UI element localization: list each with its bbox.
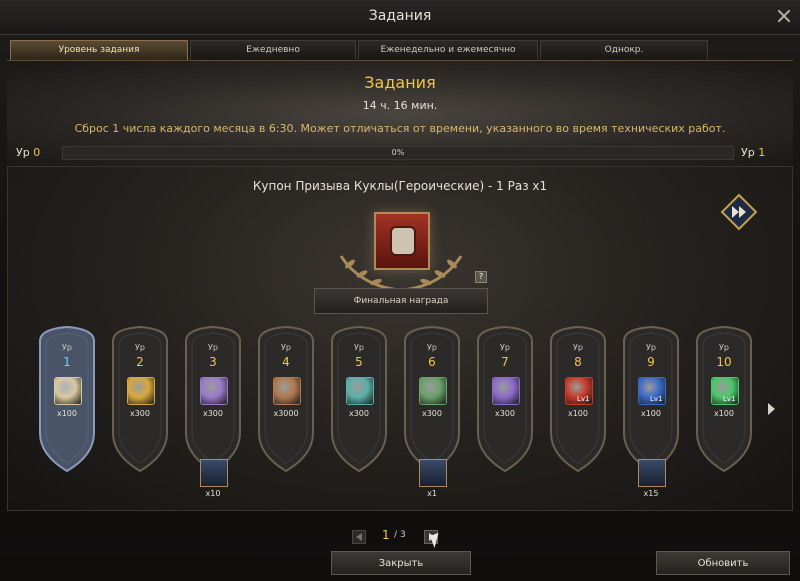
bonus-item-icon: [419, 459, 447, 487]
bonus-quantity: x1: [427, 489, 437, 498]
tier-level: 8: [574, 355, 582, 369]
tier-prefix: Ур: [646, 343, 656, 352]
scroll-right-arrow-icon[interactable]: [768, 403, 775, 415]
page-total: 3: [400, 530, 406, 540]
bonus-item-icon: [200, 459, 228, 487]
bonus-reward[interactable]: x15: [636, 459, 666, 503]
level-prefix: Ур: [16, 146, 30, 159]
reset-note: Сброс 1 числа каждого месяца в 6:30. Мож…: [74, 122, 726, 135]
tier-item-icon[interactable]: [492, 377, 520, 405]
tier-prefix: Ур: [573, 343, 583, 352]
window-title: Задания: [368, 8, 432, 24]
tier-level: 9: [647, 355, 655, 369]
tier-track: Ур 1 x100 Ур 2 x300 Ур 3 x300 x10 Ур 4 x3000 Ур 5 x300 У…: [36, 325, 776, 505]
next-level-value: 1: [758, 146, 766, 159]
time-remaining: 14 ч. 16 мин.: [362, 99, 438, 112]
tier-quantity: x100: [567, 409, 588, 418]
tier-shield[interactable]: Ур 6 x300: [401, 325, 463, 473]
tab-bar: Уровень задания Ежедневно Еженедельно и …: [10, 40, 710, 61]
bonus-quantity: x15: [643, 489, 659, 498]
tier-shield[interactable]: Ур 7 x300: [474, 325, 536, 473]
tier-quantity: x100: [713, 409, 734, 418]
level-progress-bar: 0%: [62, 146, 734, 160]
tier-quantity: x100: [640, 409, 661, 418]
bonus-reward[interactable]: x1: [417, 459, 447, 503]
fast-forward-icon[interactable]: [720, 193, 758, 231]
tab-daily[interactable]: Ежедневно: [190, 40, 356, 59]
tier-item-icon[interactable]: [346, 377, 374, 405]
close-button[interactable]: Закрыть: [331, 551, 471, 575]
tier-level: 7: [501, 355, 509, 369]
tier-shield[interactable]: Ур 4 x3000: [255, 325, 317, 473]
tier-prefix: Ур: [208, 343, 218, 352]
tier-item-icon[interactable]: [200, 377, 228, 405]
tier-shield[interactable]: Ур 10 Lv1 x100: [693, 325, 755, 473]
tab-one-time[interactable]: Однокр.: [540, 40, 708, 59]
progress-text: 0%: [391, 148, 405, 157]
tier-item-icon[interactable]: [54, 377, 82, 405]
current-level-value: 0: [33, 146, 41, 159]
tier-item-icon[interactable]: [419, 377, 447, 405]
title-bar: Задания: [0, 0, 800, 35]
tier-level: 4: [282, 355, 290, 369]
tab-quest-level[interactable]: Уровень задания: [10, 40, 188, 61]
close-icon[interactable]: [776, 8, 792, 24]
tier-level: 6: [428, 355, 436, 369]
tier-quantity: x100: [56, 409, 77, 418]
tier-quantity: x300: [421, 409, 442, 418]
item-level-badge: Lv1: [577, 395, 590, 403]
tier-prefix: Ур: [135, 343, 145, 352]
quest-window: Задания Уровень задания Ежедневно Еженед…: [0, 0, 800, 581]
prev-page-button[interactable]: [352, 530, 366, 544]
tier-prefix: Ур: [427, 343, 437, 352]
tier-prefix: Ур: [500, 343, 510, 352]
tab-weekly-monthly[interactable]: Еженедельно и ежемесячно: [358, 40, 538, 59]
page-separator: /: [394, 530, 398, 540]
tier-level: 10: [716, 355, 732, 369]
bonus-item-icon: [638, 459, 666, 487]
bonus-quantity: x10: [205, 489, 221, 498]
tier-shield[interactable]: Ур 2 x300: [109, 325, 171, 473]
tier-level: 3: [209, 355, 217, 369]
tier-prefix: Ур: [719, 343, 729, 352]
tier-level: 5: [355, 355, 363, 369]
item-level-badge: Lv1: [650, 395, 663, 403]
level-prefix: Ур: [741, 146, 755, 159]
page-current: 1: [382, 528, 390, 542]
tier-quantity: x300: [494, 409, 515, 418]
tier-quantity: x300: [202, 409, 223, 418]
final-reward-button[interactable]: Финальная награда: [314, 288, 488, 314]
reward-panel: Купон Призыва Куклы(Героические) - 1 Раз…: [7, 166, 793, 511]
current-level: Ур 0: [16, 146, 40, 159]
tier-level: 2: [136, 355, 144, 369]
tier-item-icon[interactable]: [273, 377, 301, 405]
tier-item-icon[interactable]: [127, 377, 155, 405]
tier-shield[interactable]: Ур 9 Lv1 x100: [620, 325, 682, 473]
banner-title: Задания: [364, 73, 436, 92]
tier-quantity: x3000: [273, 409, 299, 418]
tier-shield[interactable]: Ур 5 x300: [328, 325, 390, 473]
tier-shield[interactable]: Ур 3 x300: [182, 325, 244, 473]
help-icon[interactable]: ?: [475, 271, 487, 283]
next-level: Ур 1: [741, 146, 765, 159]
tier-quantity: x300: [129, 409, 150, 418]
tier-shield[interactable]: Ур 8 Lv1 x100: [547, 325, 609, 473]
refresh-button[interactable]: Обновить: [656, 551, 790, 575]
item-level-badge: Lv1: [723, 395, 736, 403]
bonus-reward[interactable]: x10: [198, 459, 228, 503]
tier-level: 1: [63, 355, 71, 369]
reward-title: Купон Призыва Куклы(Героические) - 1 Раз…: [252, 179, 548, 193]
tier-prefix: Ур: [281, 343, 291, 352]
tier-shield[interactable]: Ур 1 x100: [36, 325, 98, 473]
doll-summon-coupon-icon[interactable]: [374, 212, 430, 270]
tier-prefix: Ур: [62, 343, 72, 352]
tier-prefix: Ур: [354, 343, 364, 352]
tier-quantity: x300: [348, 409, 369, 418]
